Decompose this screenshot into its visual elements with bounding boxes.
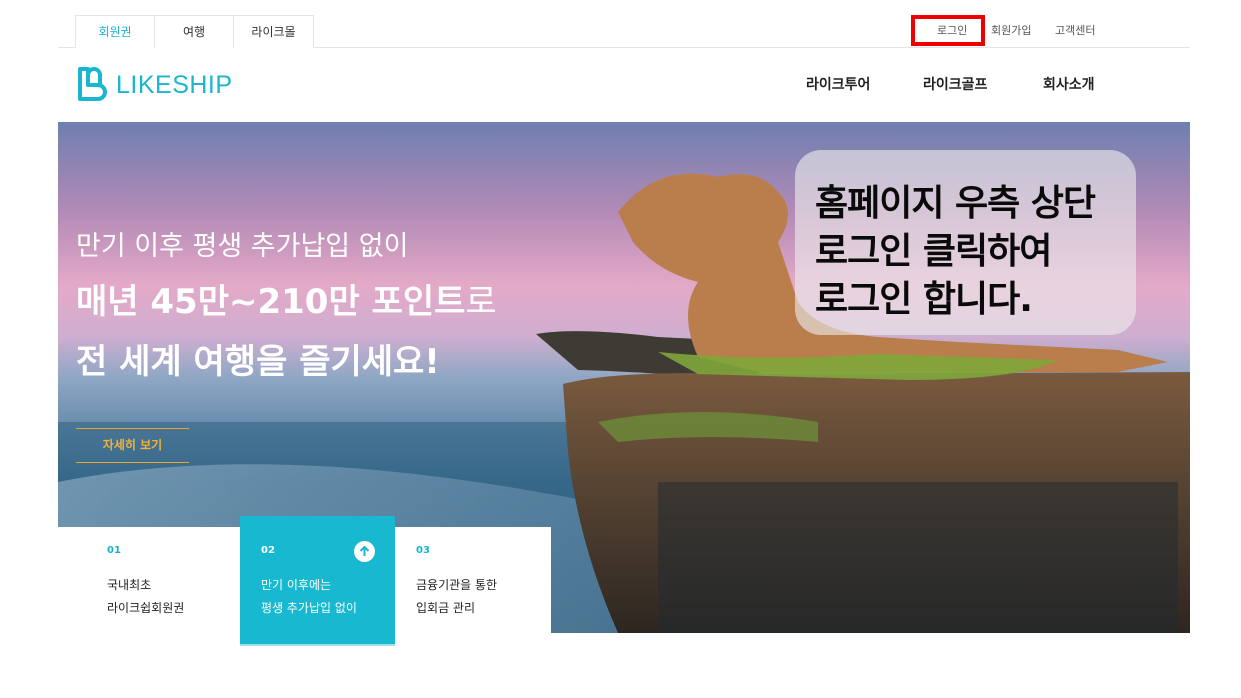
feature-card-03[interactable]: 03 금융기관을 통한 입회금 관리 <box>395 527 551 633</box>
hero-line-1: 만기 이후 평생 추가납입 없이 <box>76 231 409 262</box>
hero-line-2: 매년 45만~210만 포인트로 <box>76 274 497 323</box>
nav-likegolf[interactable]: 라이크골프 <box>923 74 987 94</box>
feature-line-1: 금융기관을 통한 <box>416 578 498 592</box>
logo-mark-icon <box>78 67 107 101</box>
top-tabs: 회원권 여행 라이크몰 <box>75 15 314 49</box>
arrow-up-icon[interactable] <box>354 541 375 562</box>
feature-line-1: 만기 이후에는 <box>261 578 332 592</box>
login-highlight-box <box>911 15 985 46</box>
nav-company[interactable]: 회사소개 <box>1043 74 1095 94</box>
top-bar: 회원권 여행 라이크몰 로그인 회원가입 고객센터 <box>0 0 1241 49</box>
callout-line-3: 로그인 합니다. <box>815 279 1033 320</box>
tab-likemall[interactable]: 라이크몰 <box>233 15 314 48</box>
hero-line-2-suffix: 로 <box>465 282 497 322</box>
instruction-callout: 홈페이지 우측 상단 로그인 클릭하여 로그인 합니다. <box>795 150 1136 335</box>
feature-line-1: 국내최초 <box>107 578 152 592</box>
logo-text: LIKESHIP <box>116 70 233 99</box>
feature-line-2: 입회금 관리 <box>416 601 476 615</box>
tab-travel[interactable]: 여행 <box>154 15 234 48</box>
callout-line-1: 홈페이지 우측 상단 <box>815 183 1096 224</box>
feature-card-01[interactable]: 01 국내최초 라이크쉽회원권 <box>58 527 240 633</box>
feature-num: 03 <box>416 545 430 556</box>
tab-membership[interactable]: 회원권 <box>75 15 155 49</box>
nav-liketour[interactable]: 라이크투어 <box>806 74 870 94</box>
feature-line-2: 라이크쉽회원권 <box>107 601 185 615</box>
feature-num: 02 <box>261 545 275 556</box>
logo[interactable]: LIKESHIP <box>76 66 233 104</box>
hero-line-2-bold: 매년 45만~210만 포인트 <box>76 282 466 322</box>
detail-button[interactable]: 자세히 보기 <box>76 428 189 463</box>
feature-cards: 01 국내최초 라이크쉽회원권 02 만기 이후에는 평생 추가납입 없이 03… <box>58 516 551 644</box>
feature-card-02[interactable]: 02 만기 이후에는 평생 추가납입 없이 <box>240 516 395 644</box>
hero-line-3: 전 세계 여행을 즐기세요! <box>76 342 440 382</box>
callout-line-2: 로그인 클릭하여 <box>815 231 1052 272</box>
feature-num: 01 <box>107 545 121 556</box>
support-link[interactable]: 고객센터 <box>1055 22 1095 38</box>
signup-link[interactable]: 회원가입 <box>991 22 1031 38</box>
feature-line-2: 평생 추가납입 없이 <box>261 601 357 615</box>
